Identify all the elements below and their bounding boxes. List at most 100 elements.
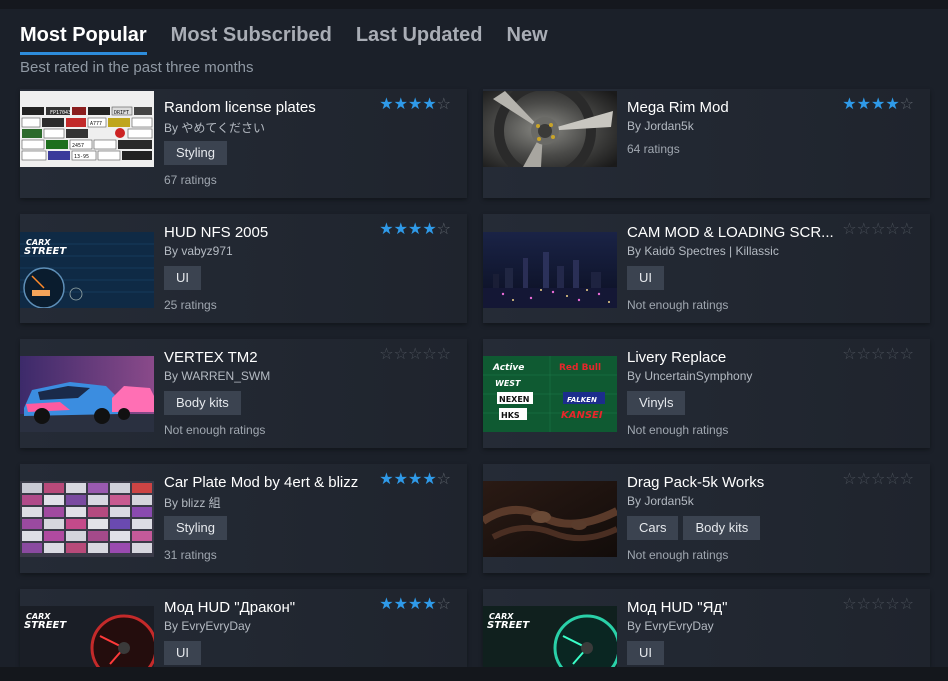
item-tags: Styling <box>164 141 228 165</box>
item-ratings: 31 ratings <box>164 548 217 562</box>
item-thumbnail[interactable] <box>20 356 154 432</box>
thumb-logo-text: STREET <box>24 620 67 631</box>
item-thumbnail[interactable]: CARX STREET <box>20 232 154 308</box>
tag-ui[interactable]: UI <box>627 641 664 665</box>
item-title[interactable]: Мод HUD "Дракон" <box>164 599 364 616</box>
tag-body-kits[interactable]: Body kits <box>683 516 761 540</box>
section-subtitle: Best rated in the past three months <box>20 59 254 76</box>
item-title[interactable]: VERTEX TM2 <box>164 349 364 366</box>
tab-most-popular[interactable]: Most Popular <box>20 24 147 55</box>
item-ratings: 67 ratings <box>164 173 217 187</box>
item-ratings: 25 ratings <box>164 298 217 312</box>
item-tags: Vinyls <box>627 391 686 415</box>
thumb-plate-text: 13-95 <box>74 154 89 160</box>
item-thumbnail[interactable] <box>483 91 617 167</box>
workshop-item-card[interactable]: FP17043 DRIFT A777 2457 13-95 Random lic… <box>20 89 467 198</box>
workshop-item-card[interactable]: CARX STREET HUD NFS 2005 By vabyz971 UI … <box>20 214 467 323</box>
item-ratings: Not enough ratings <box>164 423 266 437</box>
item-title[interactable]: Mega Rim Mod <box>627 99 827 116</box>
workshop-item-card[interactable]: VERTEX TM2 By WARREN_SWM Body kits Not e… <box>20 339 467 448</box>
tag-body-kits[interactable]: Body kits <box>164 391 241 415</box>
item-tags: UI <box>627 641 664 665</box>
bottom-bar <box>0 667 948 681</box>
star-rating: ★★★★☆ <box>379 96 451 113</box>
workshop-item-card[interactable]: CARX STREET Мод HUD "Дракон" By EvryEvry… <box>20 589 467 667</box>
item-author[interactable]: By EvryEvryDay <box>164 619 251 633</box>
workshop-item-card[interactable]: CAM MOD & LOADING SCR... By Kaidō Spectr… <box>483 214 930 323</box>
item-thumbnail[interactable] <box>483 232 617 308</box>
tab-new[interactable]: New <box>507 24 548 55</box>
item-ratings: 64 ratings <box>627 142 680 156</box>
thumb-plate-text: DRIFT <box>114 110 129 116</box>
thumb-logo-text: STREET <box>487 620 530 631</box>
thumb-plate-text: FP17043 <box>50 110 71 116</box>
thumb-logo-text: STREET <box>24 246 67 257</box>
star-rating: ☆☆☆☆☆ <box>842 346 914 363</box>
item-thumbnail[interactable]: Active Red Bull WEST NEXEN FALKEN HKS KA… <box>483 356 617 432</box>
sort-tabs: Most Popular Most Subscribed Last Update… <box>20 24 548 55</box>
workshop-item-card[interactable]: Mega Rim Mod By Jordan5k 64 ratings ★★★★… <box>483 89 930 198</box>
tag-ui[interactable]: UI <box>164 266 201 290</box>
tag-styling[interactable]: Styling <box>164 516 228 540</box>
star-rating: ☆☆☆☆☆ <box>842 596 914 613</box>
item-thumbnail[interactable]: CARX STREET <box>20 606 154 667</box>
item-title[interactable]: Car Plate Mod by 4ert & blizz <box>164 474 374 491</box>
star-rating: ★★★★☆ <box>379 596 451 613</box>
item-thumbnail[interactable] <box>20 481 154 557</box>
item-title[interactable]: Random license plates <box>164 99 364 116</box>
thumb-sponsor-text: Red Bull <box>559 363 601 373</box>
workshop-item-card[interactable]: CARX STREET Мод HUD "Яд" By EvryEvryDay … <box>483 589 930 667</box>
tab-last-updated[interactable]: Last Updated <box>356 24 483 55</box>
item-thumbnail[interactable]: FP17043 DRIFT A777 2457 13-95 <box>20 91 154 167</box>
star-rating: ★★★★☆ <box>379 221 451 238</box>
item-title[interactable]: Мод HUD "Яд" <box>627 599 827 616</box>
star-rating: ☆☆☆☆☆ <box>842 471 914 488</box>
thumb-sponsor-text: NEXEN <box>499 395 530 404</box>
tag-vinyls[interactable]: Vinyls <box>627 391 686 415</box>
tag-styling[interactable]: Styling <box>164 141 228 165</box>
item-author[interactable]: By やめてください <box>164 119 265 136</box>
tag-cars[interactable]: Cars <box>627 516 679 540</box>
item-tags: UI <box>164 266 201 290</box>
workshop-item-card[interactable]: Active Red Bull WEST NEXEN FALKEN HKS KA… <box>483 339 930 448</box>
workshop-item-card[interactable]: Car Plate Mod by 4ert & blizz By blizz 組… <box>20 464 467 573</box>
item-author[interactable]: By vabyz971 <box>164 244 233 258</box>
tag-ui[interactable]: UI <box>627 266 664 290</box>
item-title[interactable]: HUD NFS 2005 <box>164 224 364 241</box>
item-ratings: Not enough ratings <box>627 298 729 312</box>
item-tags: UI <box>627 266 664 290</box>
item-tags: Styling <box>164 516 228 540</box>
thumb-sponsor-text: Active <box>492 363 524 373</box>
item-ratings: Not enough ratings <box>627 548 729 562</box>
item-author[interactable]: By WARREN_SWM <box>164 369 270 383</box>
item-author[interactable]: By EvryEvryDay <box>627 619 714 633</box>
item-title[interactable]: Drag Pack-5k Works <box>627 474 827 491</box>
thumb-plate-text: A777 <box>90 121 102 127</box>
item-tags: Cars Body kits <box>627 516 761 540</box>
item-title[interactable]: Livery Replace <box>627 349 827 366</box>
tag-ui[interactable]: UI <box>164 641 201 665</box>
thumb-sponsor-text: FALKEN <box>567 396 597 404</box>
star-rating: ☆☆☆☆☆ <box>379 346 451 363</box>
thumb-sponsor-text: WEST <box>495 379 521 388</box>
item-author[interactable]: By Kaidō Spectres | Killassic <box>627 244 779 258</box>
thumb-sponsor-text: KANSEI <box>561 410 603 421</box>
tab-most-subscribed[interactable]: Most Subscribed <box>171 24 332 55</box>
item-author[interactable]: By blizz 組 <box>164 494 221 511</box>
star-rating: ★★★★☆ <box>379 471 451 488</box>
item-title[interactable]: CAM MOD & LOADING SCR... <box>627 224 842 241</box>
item-thumbnail[interactable] <box>483 481 617 557</box>
top-strip <box>0 0 948 9</box>
item-author[interactable]: By Jordan5k <box>627 494 694 508</box>
star-rating: ★★★★☆ <box>842 96 914 113</box>
item-thumbnail[interactable]: CARX STREET <box>483 606 617 667</box>
item-tags: UI <box>164 641 201 665</box>
item-author[interactable]: By UncertainSymphony <box>627 369 752 383</box>
star-rating: ☆☆☆☆☆ <box>842 221 914 238</box>
thumb-sponsor-text: HKS <box>501 411 520 420</box>
workshop-item-card[interactable]: Drag Pack-5k Works By Jordan5k Cars Body… <box>483 464 930 573</box>
item-author[interactable]: By Jordan5k <box>627 119 694 133</box>
thumb-plate-text: 2457 <box>72 143 84 149</box>
item-ratings: Not enough ratings <box>627 423 729 437</box>
item-tags: Body kits <box>164 391 241 415</box>
